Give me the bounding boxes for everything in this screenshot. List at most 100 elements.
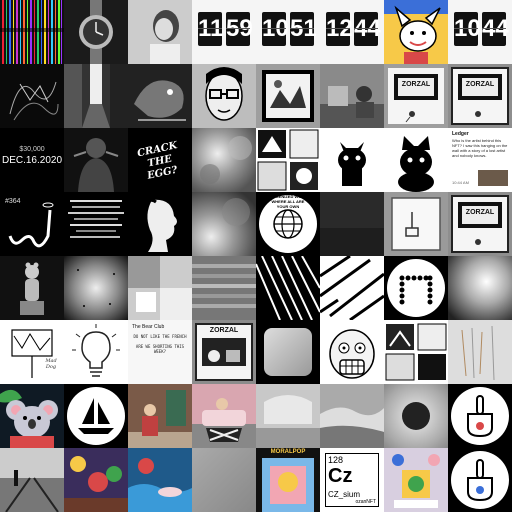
tile-cartoon-characters[interactable]: [64, 448, 128, 512]
tile-token-card[interactable]: 128 Cz CZ_sium ozanNFT: [320, 448, 384, 512]
tile-white-room[interactable]: [256, 384, 320, 448]
framed-poster-image: [451, 195, 509, 253]
nft-gallery-grid: 11 59 10 51 12 44 10 44 ZORZAL ZORZAL $3…: [0, 0, 512, 512]
tile-tweet[interactable]: Ledger Who is the artist behind this NFT…: [448, 128, 512, 192]
clock-hour: 10: [262, 12, 289, 46]
thin-lines-image: [461, 325, 495, 381]
tile-hatching[interactable]: [320, 256, 384, 320]
tile-gray-landscape[interactable]: [320, 384, 384, 448]
tile-pattern-blocks[interactable]: [128, 256, 192, 320]
tile-lightbulb[interactable]: [64, 320, 128, 384]
tile-thin-lines[interactable]: [448, 320, 512, 384]
tile-comic-strip[interactable]: [384, 320, 448, 384]
tile-ocean-scene[interactable]: [128, 448, 192, 512]
tile-statue-figure[interactable]: [0, 256, 64, 320]
diagonal-lines-image: [256, 256, 320, 320]
tile-moralpop-poster[interactable]: MORALPOP: [256, 448, 320, 512]
tile-devil-silhouette[interactable]: [320, 128, 384, 192]
tile-gradient-blob[interactable]: [448, 256, 512, 320]
tile-framed-poster-skull[interactable]: ZORZAL: [192, 320, 256, 384]
amount-text: $30,000: [19, 146, 45, 153]
blur-texture-image: [222, 198, 250, 226]
tile-world-badge[interactable]: A TOKENIZED WORLD WHERE ALL ARE YOUR OWN: [256, 192, 320, 256]
sign-drawing: [11, 329, 53, 378]
clock-minute: 44: [354, 12, 381, 46]
tile-face-profile[interactable]: [128, 192, 192, 256]
sign-caption: Mad Dog: [45, 358, 57, 370]
clock-hour: 11: [198, 12, 223, 46]
tile-cartoon-dog[interactable]: [384, 0, 448, 64]
dot-arch-icon: [387, 259, 445, 317]
clock-minute: 51: [290, 12, 317, 46]
poster-title: ZORZAL: [209, 327, 239, 334]
tile-gray-blank[interactable]: [192, 448, 256, 512]
tile-framed-poster-3[interactable]: ZORZAL: [448, 192, 512, 256]
tile-room-photo[interactable]: [320, 64, 384, 128]
tile-flip-clock-4[interactable]: 10 44: [448, 0, 512, 64]
tile-boat-logo[interactable]: [64, 384, 128, 448]
tile-date-amount[interactable]: $30,000 DEC.16.2020: [0, 128, 64, 192]
tile-girl-portrait[interactable]: [128, 0, 192, 64]
tile-dot-arch[interactable]: [384, 256, 448, 320]
tile-dark-figure[interactable]: [64, 128, 128, 192]
white-room-image: [256, 384, 320, 448]
tile-dark-video[interactable]: [320, 192, 384, 256]
tile-glitch-stripes[interactable]: [0, 0, 64, 64]
poster-label: MORALPOP: [270, 449, 306, 455]
tile-stripes-gray[interactable]: [192, 256, 256, 320]
rage-face-image: [329, 329, 375, 379]
tile-noise-1[interactable]: [64, 256, 128, 320]
tile-flip-clock-2[interactable]: 10 51: [256, 0, 320, 64]
tile-city-street[interactable]: [64, 64, 128, 128]
tile-flip-clock-1[interactable]: 11 59: [192, 0, 256, 64]
tile-girl-doorway[interactable]: [128, 384, 192, 448]
tile-colorful-collage[interactable]: [384, 448, 448, 512]
devil-silhouette-icon: [338, 142, 366, 186]
noise-image: [77, 269, 115, 307]
notes-line-1: DO NOT LIKE THE FRENCH: [133, 334, 187, 339]
tile-dark-sphere[interactable]: [384, 384, 448, 448]
tile-rounded-frame-1[interactable]: [256, 320, 320, 384]
tweet-body: Who is the artist behind this NFT? I saw…: [452, 138, 508, 158]
tile-glitch-text[interactable]: [64, 192, 128, 256]
tile-koala[interactable]: [0, 384, 64, 448]
watch-image: [79, 0, 113, 64]
tile-framed-poster-1[interactable]: ZORZAL: [384, 64, 448, 128]
tile-animal-sketch[interactable]: [128, 64, 192, 128]
tile-watch[interactable]: [64, 0, 128, 64]
glitch-text-image: [68, 200, 124, 238]
tile-line-creature[interactable]: [0, 64, 64, 128]
tile-framed-poster-2[interactable]: ZORZAL: [448, 64, 512, 128]
token-atomic-number: 128: [328, 455, 344, 465]
cartoon-dog-image: [384, 0, 448, 64]
room-photo: [320, 64, 384, 128]
tile-framed-comic[interactable]: [256, 64, 320, 128]
portrait-photo: [128, 0, 192, 64]
tile-worm-number[interactable]: #364: [0, 192, 64, 256]
landscape-image: [320, 384, 384, 448]
ocean-scene-image: [128, 448, 192, 512]
tile-hand-gesture-2[interactable]: [448, 448, 512, 512]
tile-hand-gesture-1[interactable]: [448, 384, 512, 448]
framed-poster-image: [451, 67, 509, 125]
tile-graffiti-text[interactable]: CRACK THE EGG?: [128, 128, 192, 192]
tile-mad-dog-sign[interactable]: Mad Dog: [0, 320, 64, 384]
tile-blur-texture[interactable]: [192, 192, 256, 256]
tile-cat-silhouette[interactable]: [384, 128, 448, 192]
stripes-image: [192, 264, 256, 308]
tile-pink-room[interactable]: [192, 384, 256, 448]
tile-rage-face[interactable]: [320, 320, 384, 384]
tile-comic-panels[interactable]: [256, 128, 320, 192]
tile-diagonal-lines[interactable]: [256, 256, 320, 320]
tile-flip-clock-3[interactable]: 12 44: [320, 0, 384, 64]
tile-railway-figure[interactable]: [0, 448, 64, 512]
pattern-image: [128, 256, 192, 320]
tile-notes[interactable]: The Bear Club DO NOT LIKE THE FRENCH ARE…: [128, 320, 192, 384]
tile-framed-sketch[interactable]: [384, 192, 448, 256]
notes-line-2: ARE WE SHORTING THIS WEEK?: [135, 344, 185, 354]
video-frame: [320, 192, 384, 228]
glasses-face-drawing: [205, 67, 243, 121]
cartoon-characters-image: [64, 448, 128, 512]
tile-smoke-texture-1[interactable]: [192, 128, 256, 192]
tile-glasses-face[interactable]: [192, 64, 256, 128]
